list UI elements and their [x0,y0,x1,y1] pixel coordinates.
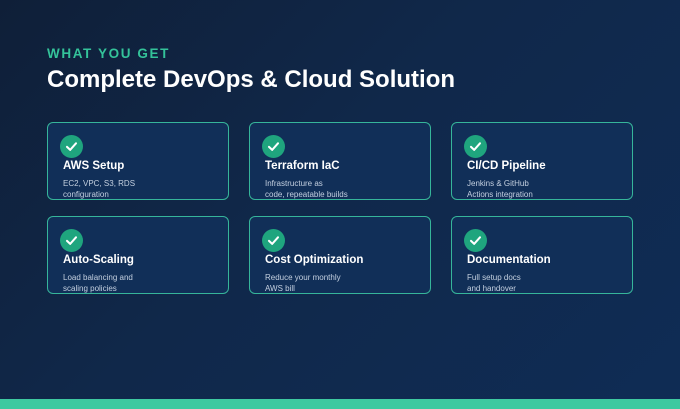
feature-card-title: Documentation [467,254,551,266]
feature-card-title: Cost Optimization [265,254,364,266]
feature-card-cost-optimization: Cost Optimization Reduce your monthly AW… [249,216,431,294]
feature-card-title: Terraform IaC [265,160,340,172]
section-eyebrow: WHAT YOU GET [47,46,170,61]
features-grid: AWS Setup EC2, VPC, S3, RDS configuratio… [47,122,633,294]
feature-card-description: EC2, VPC, S3, RDS configuration [63,179,136,199]
feature-card-terraform-iac: Terraform IaC Infrastructure as code, re… [249,122,431,200]
feature-card-auto-scaling: Auto-Scaling Load balancing and scaling … [47,216,229,294]
feature-card-description: Infrastructure as code, repeatable build… [265,179,348,199]
check-circle-icon [60,135,83,158]
feature-card-documentation: Documentation Full setup docs and handov… [451,216,633,294]
page-title: Complete DevOps & Cloud Solution [47,66,456,93]
bottom-accent-bar [0,399,680,409]
check-circle-icon [262,229,285,252]
feature-card-description: Load balancing and scaling policies [63,273,133,293]
feature-card-aws-setup: AWS Setup EC2, VPC, S3, RDS configuratio… [47,122,229,200]
check-circle-icon [464,229,487,252]
check-circle-icon [464,135,487,158]
check-circle-icon [262,135,285,158]
feature-card-title: Auto-Scaling [63,254,134,266]
feature-card-description: Full setup docs and handover [467,273,521,293]
feature-card-description: Reduce your monthly AWS bill [265,273,341,293]
feature-card-title: CI/CD Pipeline [467,160,546,172]
check-circle-icon [60,229,83,252]
feature-card-description: Jenkins & GitHub Actions integration [467,179,533,199]
feature-card-cicd-pipeline: CI/CD Pipeline Jenkins & GitHub Actions … [451,122,633,200]
feature-card-title: AWS Setup [63,160,125,172]
